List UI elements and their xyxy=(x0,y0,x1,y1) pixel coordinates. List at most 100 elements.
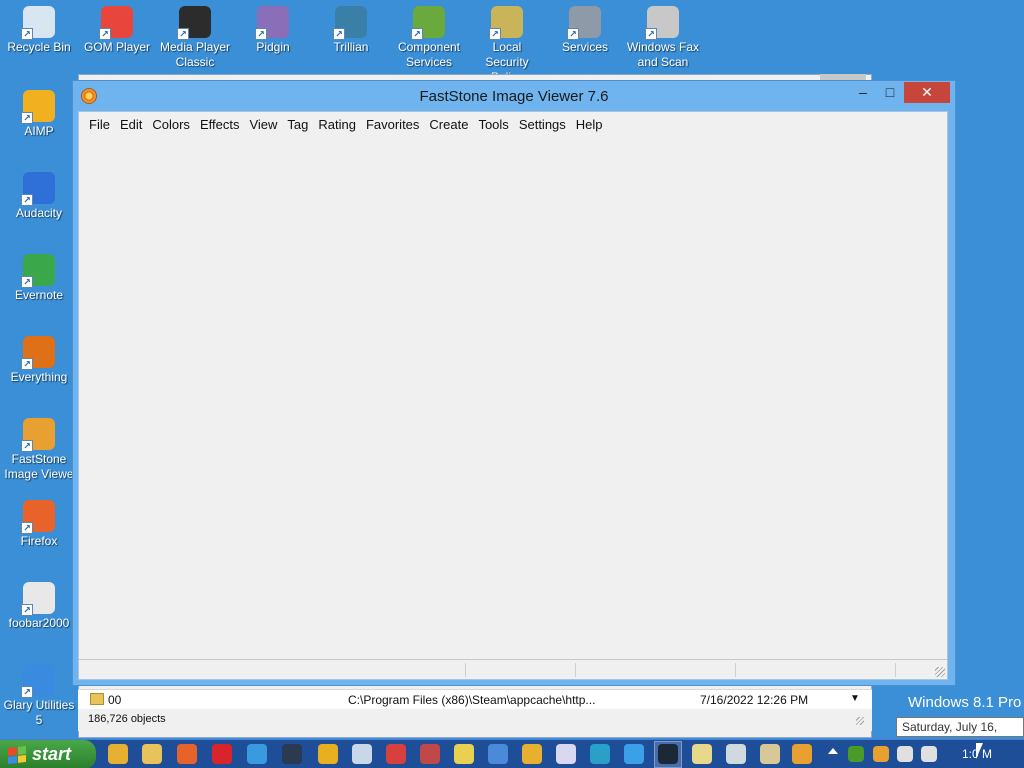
component-services-icon: ↗ xyxy=(411,6,445,40)
menu-favorites[interactable]: Favorites xyxy=(361,113,424,137)
desktop-icon-label: Windows Fax and Scan xyxy=(626,40,700,69)
window-title: FastStone Image Viewer 7.6 xyxy=(419,88,609,105)
edge-icon[interactable] xyxy=(590,744,610,764)
desktop-icon[interactable]: ↗ Trillian xyxy=(314,6,388,55)
desktop-icon[interactable]: ↗ Firefox xyxy=(2,500,76,549)
folder-app-icon[interactable] xyxy=(692,744,712,764)
menu-colors[interactable]: Colors xyxy=(147,113,195,137)
shortcut-arrow-icon: ↗ xyxy=(21,358,33,370)
menu-tag[interactable]: Tag xyxy=(282,113,313,137)
audacity-icon: ↗ xyxy=(21,172,55,206)
steam-icon[interactable] xyxy=(282,744,302,764)
opera-icon[interactable] xyxy=(212,744,232,764)
minimize-button[interactable]: – xyxy=(850,83,876,103)
menu-help[interactable]: Help xyxy=(571,113,608,137)
close-button[interactable]: ✕ xyxy=(904,82,950,103)
calendar-icon[interactable] xyxy=(488,744,508,764)
desktop-icon[interactable]: ↗ Windows Fax and Scan xyxy=(626,6,700,70)
menu-file[interactable]: File xyxy=(84,113,115,137)
volume-muted-icon[interactable] xyxy=(921,746,937,762)
desktop-icon[interactable]: ↗ Everything xyxy=(2,336,76,385)
magnifier-icon[interactable] xyxy=(873,746,889,762)
search-app-icon[interactable] xyxy=(792,744,812,764)
shortcut-arrow-icon: ↗ xyxy=(411,28,423,40)
nvidia-icon[interactable] xyxy=(848,746,864,762)
date-tooltip: Saturday, July 16, 2022 xyxy=(896,717,1024,752)
desktop-icon[interactable]: ↗ FastStone Image Viewe xyxy=(2,418,76,482)
shortcut-arrow-icon: ↗ xyxy=(21,686,33,698)
maximize-button[interactable]: □ xyxy=(877,83,903,103)
shortcut-arrow-icon: ↗ xyxy=(255,28,267,40)
desktop-icon[interactable]: ↗ Glary Utilities 5 xyxy=(2,664,76,728)
menu-rating[interactable]: Rating xyxy=(313,113,361,137)
pacman-ghost-icon[interactable] xyxy=(556,744,576,764)
desktop-icon[interactable]: ↗ foobar2000 xyxy=(2,582,76,631)
stop-sign-icon[interactable] xyxy=(386,744,406,764)
media-player-icon[interactable] xyxy=(318,744,338,764)
cloud-app-icon[interactable] xyxy=(624,744,644,764)
firefox-icon[interactable] xyxy=(177,744,197,764)
glary-utilities-icon: ↗ xyxy=(21,664,55,698)
resize-grip[interactable] xyxy=(856,717,864,725)
folder-icon xyxy=(90,693,104,705)
explorer-status-bar: 186,726 objects xyxy=(78,709,872,731)
menu-bar: File Edit Colors Effects View Tag Rating… xyxy=(79,112,947,138)
aimp-icon: ↗ xyxy=(21,90,55,124)
file-name: 00 xyxy=(108,693,122,707)
shortcut-arrow-icon: ↗ xyxy=(21,276,33,288)
show-hidden-icons-arrow[interactable] xyxy=(828,748,838,754)
shortcut-arrow-icon: ↗ xyxy=(21,522,33,534)
desktop-icon[interactable]: ↗ Pidgin xyxy=(236,6,310,55)
desktop-icon-label: Media Player Classic xyxy=(159,40,231,69)
gom-player-icon: ↗ xyxy=(99,6,133,40)
internet-explorer-icon[interactable] xyxy=(247,744,267,764)
drive-icon[interactable] xyxy=(760,744,780,764)
shortcut-arrow-icon: ↗ xyxy=(489,28,501,40)
desktop-icon-label: Recycle Bin xyxy=(7,40,71,54)
start-button[interactable]: start xyxy=(0,740,96,768)
fax-scan-icon: ↗ xyxy=(645,6,679,40)
window-client-area: File Edit Colors Effects View Tag Rating… xyxy=(78,111,948,680)
chevron-down-icon[interactable]: ▼ xyxy=(850,693,860,704)
title-bar[interactable]: FastStone Image Viewer 7.6 – □ ✕ xyxy=(73,81,955,111)
image-view-area[interactable] xyxy=(79,138,947,660)
notes-icon[interactable] xyxy=(454,744,474,764)
menu-edit[interactable]: Edit xyxy=(115,113,147,137)
desktop-icon[interactable]: ↗ Recycle Bin xyxy=(2,6,76,55)
desktop-icon[interactable]: ↗ GOM Player xyxy=(80,6,154,55)
resize-grip[interactable] xyxy=(935,667,945,677)
file-date: 7/16/2022 12:26 PM xyxy=(700,693,809,707)
shortcut-arrow-icon: ↗ xyxy=(177,28,189,40)
menu-settings[interactable]: Settings xyxy=(514,113,571,137)
desktop-icon[interactable]: ↗ Media Player Classic xyxy=(158,6,232,70)
desktop-icon-label: GOM Player xyxy=(83,40,150,54)
desktop-icon-label: Everything xyxy=(10,370,68,384)
desktop-icon[interactable]: ↗ Evernote xyxy=(2,254,76,303)
menu-tools[interactable]: Tools xyxy=(473,113,513,137)
menu-effects[interactable]: Effects xyxy=(195,113,245,137)
desktop-icon[interactable]: ↗ Component Services xyxy=(392,6,466,70)
shortcut-arrow-icon: ↗ xyxy=(333,28,345,40)
desktop-icon[interactable]: ↗ Audacity xyxy=(2,172,76,221)
network-icon[interactable] xyxy=(897,746,913,762)
steam-active-icon[interactable] xyxy=(658,744,678,764)
settings-dial-icon[interactable] xyxy=(420,744,440,764)
desktop-icon[interactable]: ↗ AIMP xyxy=(2,90,76,139)
taskbar: start 1:0 M xyxy=(0,739,1024,768)
desktop-icon-label: foobar2000 xyxy=(8,616,70,630)
desktop-icon-label: FastStone Image Viewe xyxy=(4,452,74,481)
file-list-row[interactable]: 00 C:\Program Files (x86)\Steam\appcache… xyxy=(78,689,872,709)
lock-icon[interactable] xyxy=(522,744,542,764)
menu-create[interactable]: Create xyxy=(424,113,473,137)
menu-view[interactable]: View xyxy=(244,113,282,137)
shortcut-arrow-icon: ↗ xyxy=(645,28,657,40)
file-explorer-icon[interactable] xyxy=(142,744,162,764)
local-security-policy-icon: ↗ xyxy=(489,6,523,40)
everything-icon: ↗ xyxy=(21,336,55,370)
desktop-icon-label: Audacity xyxy=(15,206,63,220)
desktop-icon[interactable]: ↗ Services xyxy=(548,6,622,55)
chrome-icon[interactable] xyxy=(108,744,128,764)
calculator-icon[interactable] xyxy=(726,744,746,764)
shortcut-arrow-icon: ↗ xyxy=(567,28,579,40)
screen-capture-icon[interactable] xyxy=(352,744,372,764)
